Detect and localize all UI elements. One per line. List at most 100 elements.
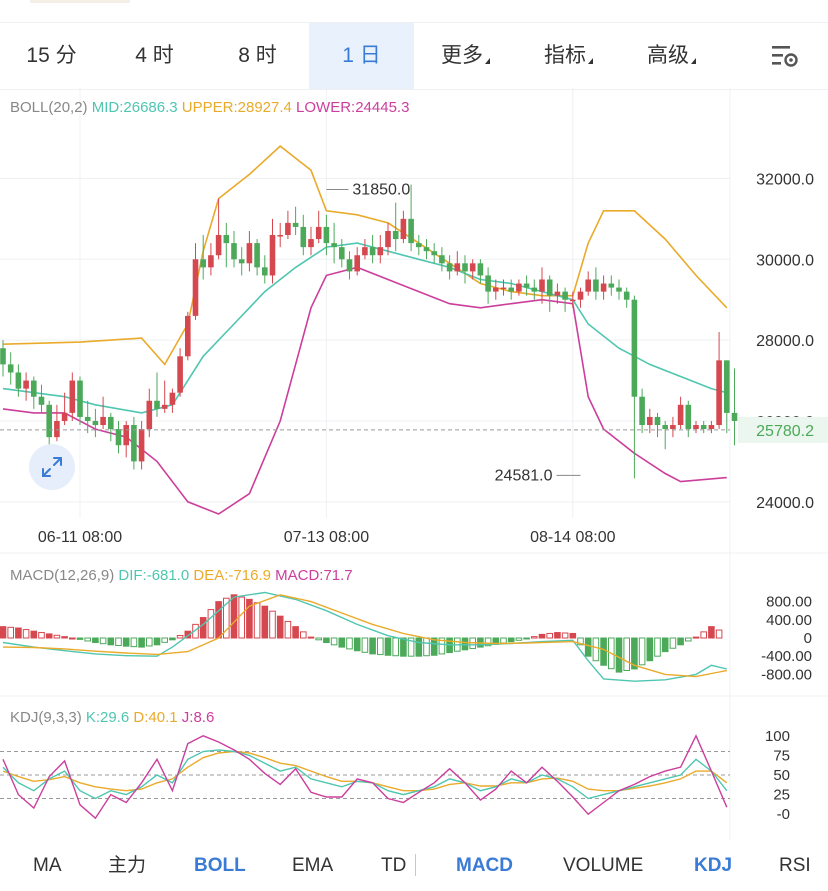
candle-body [77,380,83,417]
macd-histogram-bar [61,636,68,639]
timeframe-15m-label: 15 分 [26,44,77,67]
candle-body [215,235,222,256]
indicators-label: 指标 [544,44,586,67]
candle-body [92,420,99,426]
indicator-volume[interactable]: VOLUME [563,840,643,891]
macd-histogram-bar [538,633,546,639]
candle-body [523,283,530,288]
boll-legend-item: MID:26686.3 [92,99,182,116]
candle-body [154,400,160,409]
candle-body [300,226,307,248]
macd-histogram-bar [84,637,92,642]
macd-histogram-bar [99,637,107,645]
candle-body [292,222,299,227]
candle-body [231,243,237,260]
candle-body [339,247,345,260]
timeframe-15m[interactable]: 15 分 [0,23,103,89]
time-axis-label: 07-13 08:00 [284,529,370,546]
candle-body [416,243,422,248]
price-axis-label: 30000.0 [756,252,814,269]
indicator-main-force[interactable]: 主力 [108,840,146,891]
kdj-legend: KDJ(9,3,3) K:29.6 D:40.1 J:8.6 [10,709,214,726]
macd-histogram-bar [423,637,430,657]
kdj-d-line [2,750,728,792]
candle-body [223,235,230,244]
indicator-kdj[interactable]: KDJ [694,840,732,891]
candle-body [708,425,715,430]
candle-body [600,283,607,292]
indicator-boll[interactable]: BOLL [194,840,246,891]
macd-axis-label: 800.00 [766,594,812,611]
macd-axis-label: -400.00 [761,648,812,665]
macd-histogram-bar [146,637,153,647]
macd-histogram-bar [692,636,700,639]
macd-histogram-bar [554,632,561,639]
kdj-legend-item: KDJ(9,3,3) [10,709,86,726]
macd-histogram-bar [53,634,61,639]
indicator-macd[interactable]: MACD [456,840,513,891]
timeframe-1d-label: 1 日 [342,44,381,67]
macd-histogram-bar [207,609,215,639]
candle-body [593,279,599,292]
boll-legend-item: UPPER:28927.4 [182,99,296,116]
macd-histogram-bar [107,637,115,646]
indicator-rsi-label: RSI [779,855,811,876]
expand-arrows-icon [42,457,62,477]
candle-body [516,283,522,292]
timeframe-4h[interactable]: 4 时 [103,23,206,89]
timeframe-1d[interactable]: 1 日 [309,23,414,89]
candle-body [323,226,330,244]
timeframe-8h[interactable]: 8 时 [206,23,309,89]
indicator-td[interactable]: TD [381,840,407,891]
chart-settings-button[interactable] [742,23,828,89]
timeframe-4h-label: 4 时 [135,44,174,67]
advanced-dropdown[interactable]: 高级 [620,23,723,89]
kdj-axis-label: 75 [773,747,790,764]
candle-body [238,259,245,264]
boll-mid-line [2,242,728,414]
low-annotation: 24581.0 [495,467,553,484]
macd-histogram-bar [215,601,222,639]
candle-body [208,255,214,268]
candle-body [161,404,168,409]
candle-body [654,416,661,426]
macd-legend-item: DIF:-681.0 [118,567,193,584]
macd-histogram-bar [315,637,322,641]
top-strip [0,0,828,14]
time-axis-label: 08-14 08:00 [530,529,616,546]
candle-body [0,348,6,365]
macd-histogram-bar [677,637,684,646]
candle-body [662,425,668,430]
candle-body [531,287,538,292]
candle-body [84,416,91,421]
macd-histogram-bar [261,605,269,639]
candle-body [362,247,368,256]
macd-histogram-bar [685,637,692,642]
kdj-legend-item: D:40.1 [133,709,181,726]
macd-histogram-bar [569,632,577,639]
candle-body [192,259,199,316]
macd-histogram-bar [22,629,30,639]
indicator-td-label: TD [381,855,407,876]
more-dropdown[interactable]: 更多 [414,23,517,89]
macd-histogram-bar [531,636,538,639]
candle-body [477,263,484,276]
macd-histogram-bar [130,637,138,648]
kdj-axis-label: 25 [773,787,790,804]
candle-body [439,255,445,264]
macd-histogram-bar [600,637,607,666]
advanced-label: 高级 [647,44,689,67]
expand-chart-button[interactable] [29,444,75,490]
kdj-axis-label: 100 [765,728,790,745]
indicator-ema[interactable]: EMA [292,840,333,891]
indicator-rsi[interactable]: RSI [779,840,811,891]
macd-histogram-bar [561,632,569,639]
candle-body [31,380,37,397]
indicator-ma[interactable]: MA [33,840,62,891]
macd-histogram-bar [646,637,654,662]
macd-histogram-bar [161,637,168,643]
macd-axis-label: 400.00 [766,612,812,629]
macd-histogram-bar [507,637,515,643]
macd-histogram-bar [69,637,76,640]
indicators-dropdown[interactable]: 指标 [517,23,620,89]
